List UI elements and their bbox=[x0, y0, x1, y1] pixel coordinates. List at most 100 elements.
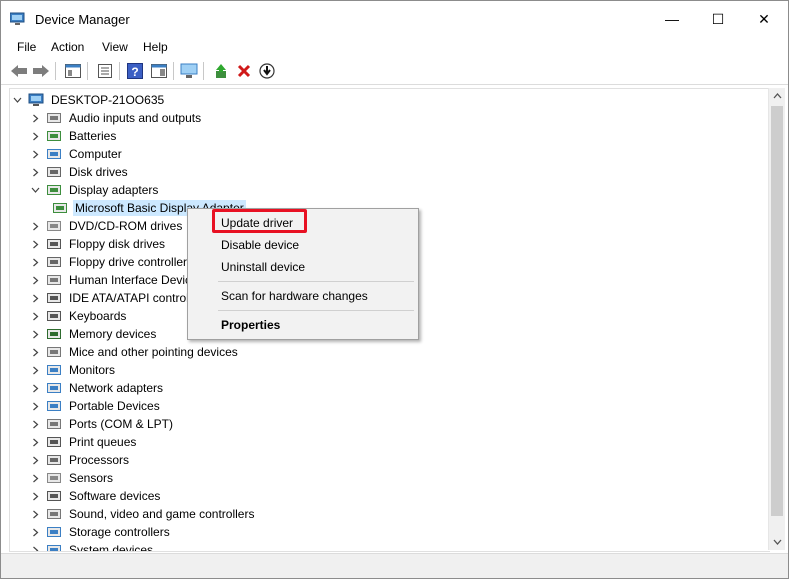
tree-category-item[interactable]: Audio inputs and outputs bbox=[30, 109, 203, 127]
tree-category-item[interactable]: Computer bbox=[30, 145, 124, 163]
floppy-disk-icon bbox=[47, 239, 61, 249]
tree-category-item[interactable]: Portable Devices bbox=[30, 397, 162, 415]
tree-item-label: Disk drives bbox=[69, 165, 128, 179]
properties-pane-icon bbox=[65, 64, 81, 78]
tree-item-label: Audio inputs and outputs bbox=[69, 111, 202, 125]
chevron-right-icon[interactable] bbox=[30, 397, 40, 415]
tree-category-item[interactable]: Floppy disk drives bbox=[30, 235, 167, 253]
chevron-right-icon[interactable] bbox=[30, 343, 40, 361]
chevron-right-icon[interactable] bbox=[30, 523, 40, 541]
update-driver-toolbar-button[interactable] bbox=[211, 61, 231, 81]
tree-item-label: Floppy disk drives bbox=[69, 237, 166, 251]
update-driver-highlight bbox=[212, 209, 307, 233]
chevron-right-icon[interactable] bbox=[30, 307, 40, 325]
tree-category-item[interactable]: Floppy drive controllers bbox=[30, 253, 195, 271]
chevron-right-icon[interactable] bbox=[30, 235, 40, 253]
tree-category-item[interactable]: Mice and other pointing devices bbox=[30, 343, 240, 361]
tree-category-item[interactable]: Sound, video and game controllers bbox=[30, 505, 256, 523]
action-pane-button[interactable] bbox=[149, 61, 169, 81]
tree-category-item[interactable]: Display adapters bbox=[30, 181, 160, 199]
computer-icon bbox=[47, 149, 61, 159]
chevron-right-icon[interactable] bbox=[30, 541, 40, 551]
system-device-icon bbox=[47, 545, 61, 551]
uninstall-toolbar-button[interactable] bbox=[234, 61, 254, 81]
monitor-icon bbox=[47, 365, 61, 375]
menu-file[interactable]: File bbox=[17, 40, 36, 54]
chevron-down-icon[interactable] bbox=[12, 91, 22, 109]
context-menu-uninstall-device[interactable]: Uninstall device bbox=[221, 260, 305, 274]
scan-hardware-button[interactable] bbox=[179, 61, 199, 81]
tree-root[interactable]: DESKTOP-21OO635 bbox=[12, 91, 166, 109]
chevron-right-icon[interactable] bbox=[30, 289, 40, 307]
chevron-right-icon[interactable] bbox=[30, 145, 40, 163]
download-icon bbox=[259, 63, 275, 79]
menu-help[interactable]: Help bbox=[143, 40, 168, 54]
context-menu-separator bbox=[218, 281, 414, 282]
chevron-right-icon[interactable] bbox=[30, 163, 40, 181]
help-button[interactable]: ? bbox=[125, 61, 145, 81]
chevron-right-icon[interactable] bbox=[30, 415, 40, 433]
tree-category-item[interactable]: System devices bbox=[30, 541, 155, 551]
chevron-right-icon[interactable] bbox=[30, 505, 40, 523]
properties-pane-button[interactable] bbox=[63, 61, 83, 81]
show-hidden-button[interactable] bbox=[95, 61, 115, 81]
tree-category-item[interactable]: Batteries bbox=[30, 127, 118, 145]
chevron-right-icon[interactable] bbox=[30, 271, 40, 289]
tree-category-item[interactable]: Sensors bbox=[30, 469, 115, 487]
hid-icon bbox=[47, 275, 61, 285]
chevron-right-icon[interactable] bbox=[30, 325, 40, 343]
tree-category-item[interactable]: DVD/CD-ROM drives bbox=[30, 217, 184, 235]
tree-category-item[interactable]: Ports (COM & LPT) bbox=[30, 415, 175, 433]
tree-item-label: Monitors bbox=[69, 363, 116, 377]
close-button[interactable]: ✕ bbox=[741, 1, 787, 37]
speaker-icon bbox=[47, 113, 61, 123]
scroll-up-button[interactable] bbox=[769, 88, 785, 104]
tree-category-item[interactable]: Keyboards bbox=[30, 307, 128, 325]
tree-category-item[interactable]: Disk drives bbox=[30, 163, 130, 181]
maximize-button[interactable]: ☐ bbox=[695, 1, 741, 37]
tree-category-item[interactable]: IDE ATA/ATAPI controllers bbox=[30, 289, 210, 307]
tree-item-label: Storage controllers bbox=[69, 525, 170, 539]
tree-category-item[interactable]: Software devices bbox=[30, 487, 162, 505]
tree-category-item[interactable]: Memory devices bbox=[30, 325, 158, 343]
tree-category-item[interactable]: Monitors bbox=[30, 361, 117, 379]
tree-category-item[interactable]: Human Interface Devices bbox=[30, 271, 206, 289]
chevron-right-icon[interactable] bbox=[30, 217, 40, 235]
enable-device-button[interactable] bbox=[257, 61, 277, 81]
uninstall-icon bbox=[237, 64, 251, 78]
chevron-right-icon[interactable] bbox=[30, 469, 40, 487]
forward-button[interactable] bbox=[31, 61, 51, 81]
menu-action[interactable]: Action bbox=[51, 40, 84, 54]
tree-category-item[interactable]: Storage controllers bbox=[30, 523, 172, 541]
minimize-button[interactable]: — bbox=[649, 1, 695, 37]
scrollbar-thumb[interactable] bbox=[771, 106, 783, 516]
back-button[interactable] bbox=[9, 61, 29, 81]
context-menu-disable-device[interactable]: Disable device bbox=[221, 238, 299, 252]
chevron-right-icon[interactable] bbox=[30, 379, 40, 397]
scroll-down-button[interactable] bbox=[769, 534, 785, 550]
tree-item-label: Mice and other pointing devices bbox=[69, 345, 238, 359]
chevron-right-icon[interactable] bbox=[30, 127, 40, 145]
chevron-right-icon[interactable] bbox=[30, 433, 40, 451]
dvd-drive-icon bbox=[47, 221, 61, 231]
chevron-down-icon[interactable] bbox=[30, 181, 40, 199]
tree-category-item[interactable]: Network adapters bbox=[30, 379, 165, 397]
portable-device-icon bbox=[47, 401, 61, 411]
vertical-scrollbar[interactable] bbox=[768, 88, 785, 550]
tree-category-item[interactable]: Print queues bbox=[30, 433, 138, 451]
action-pane-icon bbox=[151, 64, 167, 78]
chevron-right-icon[interactable] bbox=[30, 109, 40, 127]
chevron-right-icon[interactable] bbox=[30, 487, 40, 505]
chevron-right-icon[interactable] bbox=[30, 451, 40, 469]
context-menu-scan-hardware[interactable]: Scan for hardware changes bbox=[221, 289, 368, 303]
tree-category-item[interactable]: Processors bbox=[30, 451, 131, 469]
battery-icon bbox=[47, 131, 61, 141]
display-adapter-icon bbox=[53, 203, 67, 213]
mouse-icon bbox=[47, 347, 61, 357]
toolbar-separator bbox=[173, 62, 174, 80]
toolbar-separator bbox=[203, 62, 204, 80]
menu-view[interactable]: View bbox=[102, 40, 128, 54]
context-menu-properties[interactable]: Properties bbox=[221, 318, 280, 332]
chevron-right-icon[interactable] bbox=[30, 253, 40, 271]
chevron-right-icon[interactable] bbox=[30, 361, 40, 379]
